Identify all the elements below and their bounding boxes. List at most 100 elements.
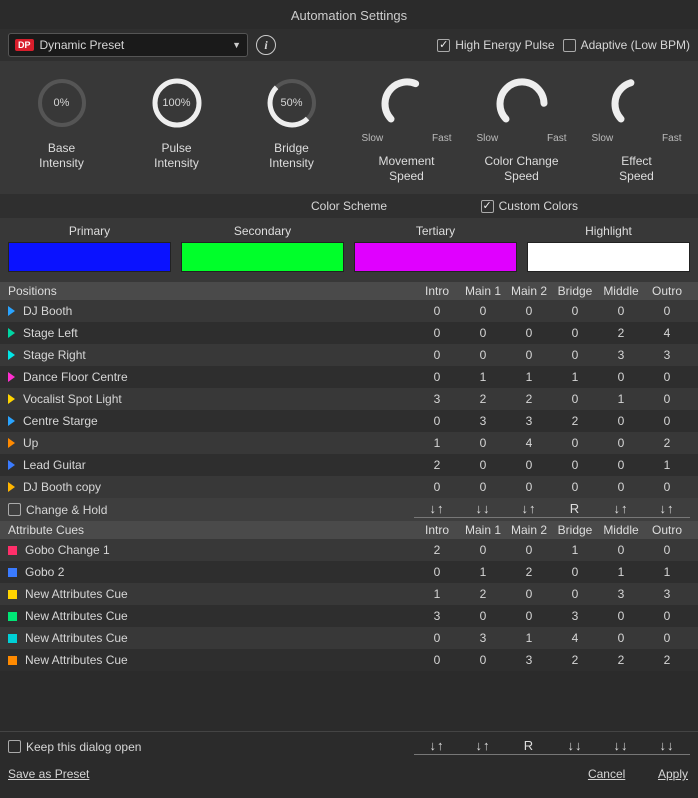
cell-value[interactable]: 2 (506, 392, 552, 406)
cell-value[interactable]: 0 (644, 304, 690, 318)
cell-value[interactable]: 2 (598, 326, 644, 340)
cell-value[interactable]: 3 (552, 609, 598, 623)
cell-value[interactable]: 1 (598, 565, 644, 579)
adaptive-checkbox[interactable]: Adaptive (Low BPM) (563, 38, 690, 52)
sort-arrow-button[interactable]: ↓↑ (506, 501, 552, 518)
cell-value[interactable]: 4 (644, 326, 690, 340)
dial-movement-speed[interactable]: Slow Fast MovementSpeed (352, 75, 462, 184)
save-preset-link[interactable]: Save as Preset (8, 767, 89, 781)
tertiary-swatch[interactable] (354, 242, 517, 272)
cell-value[interactable]: 0 (460, 543, 506, 557)
cell-value[interactable]: 0 (644, 414, 690, 428)
cell-value[interactable]: 0 (506, 587, 552, 601)
cell-value[interactable]: 0 (460, 609, 506, 623)
cell-value[interactable]: 0 (552, 326, 598, 340)
table-row[interactable]: DJ Booth000000 (0, 300, 698, 322)
cell-value[interactable]: 2 (460, 392, 506, 406)
dial-pulse-intensity[interactable]: 100% PulseIntensity (122, 75, 232, 184)
cell-value[interactable]: 0 (414, 326, 460, 340)
table-row[interactable]: Dance Floor Centre011100 (0, 366, 698, 388)
cell-value[interactable]: 0 (644, 392, 690, 406)
cell-value[interactable]: 0 (598, 480, 644, 494)
cell-value[interactable]: 0 (414, 653, 460, 667)
cell-value[interactable]: 0 (644, 631, 690, 645)
table-row[interactable]: New Attributes Cue120033 (0, 583, 698, 605)
cell-value[interactable]: 0 (414, 631, 460, 645)
cell-value[interactable]: 1 (644, 458, 690, 472)
cell-value[interactable]: 0 (460, 326, 506, 340)
dial-effect-speed[interactable]: Slow Fast EffectSpeed (582, 75, 692, 184)
table-row[interactable]: DJ Booth copy000000 (0, 476, 698, 498)
secondary-swatch[interactable] (181, 242, 344, 272)
table-row[interactable]: Gobo 2012011 (0, 561, 698, 583)
cell-value[interactable]: 0 (506, 458, 552, 472)
table-row[interactable]: Gobo Change 1200100 (0, 539, 698, 561)
cell-value[interactable]: 0 (552, 480, 598, 494)
cell-value[interactable]: 2 (552, 653, 598, 667)
cell-value[interactable]: 4 (506, 436, 552, 450)
cell-value[interactable]: 2 (506, 565, 552, 579)
cell-value[interactable]: 0 (598, 304, 644, 318)
cell-value[interactable]: 0 (414, 348, 460, 362)
cell-value[interactable]: 0 (598, 458, 644, 472)
cell-value[interactable]: 2 (644, 436, 690, 450)
cell-value[interactable]: 1 (460, 370, 506, 384)
cell-value[interactable]: 0 (460, 653, 506, 667)
cell-value[interactable]: 0 (460, 458, 506, 472)
cell-value[interactable]: 2 (644, 653, 690, 667)
table-row[interactable]: Stage Right000033 (0, 344, 698, 366)
table-row[interactable]: Up104002 (0, 432, 698, 454)
cell-value[interactable]: 4 (552, 631, 598, 645)
cell-value[interactable]: 0 (460, 480, 506, 494)
table-row[interactable]: New Attributes Cue300300 (0, 605, 698, 627)
sort-arrow-button[interactable]: ↓↓ (644, 738, 690, 755)
cell-value[interactable]: 1 (506, 370, 552, 384)
highlight-swatch[interactable] (527, 242, 690, 272)
keep-open-checkbox[interactable]: Keep this dialog open (8, 740, 141, 754)
table-row[interactable]: New Attributes Cue003222 (0, 649, 698, 671)
cell-value[interactable]: 0 (552, 436, 598, 450)
cell-value[interactable]: 3 (598, 348, 644, 362)
cell-value[interactable]: 0 (506, 348, 552, 362)
cell-value[interactable]: 0 (552, 392, 598, 406)
sort-arrow-button[interactable]: ↓↓ (460, 501, 506, 518)
cell-value[interactable]: 0 (414, 414, 460, 428)
cell-value[interactable]: 0 (414, 480, 460, 494)
sort-arrow-button[interactable]: R (506, 738, 552, 755)
sort-arrow-button[interactable]: ↓↓ (598, 738, 644, 755)
cell-value[interactable]: 3 (414, 609, 460, 623)
dial-color-speed[interactable]: Slow Fast Color ChangeSpeed (467, 75, 577, 184)
change-hold-checkbox[interactable]: Change & Hold (8, 503, 107, 517)
cell-value[interactable]: 0 (644, 543, 690, 557)
cell-value[interactable]: 0 (506, 304, 552, 318)
cell-value[interactable]: 0 (460, 304, 506, 318)
cell-value[interactable]: 2 (552, 414, 598, 428)
cell-value[interactable]: 0 (552, 458, 598, 472)
sort-arrow-button[interactable]: ↓↑ (414, 501, 460, 518)
cell-value[interactable]: 3 (598, 587, 644, 601)
table-row[interactable]: Lead Guitar200001 (0, 454, 698, 476)
cell-value[interactable]: 3 (506, 653, 552, 667)
cell-value[interactable]: 0 (552, 348, 598, 362)
cell-value[interactable]: 0 (598, 436, 644, 450)
sort-arrow-button[interactable]: ↓↑ (414, 738, 460, 755)
cell-value[interactable]: 2 (414, 543, 460, 557)
cell-value[interactable]: 0 (506, 543, 552, 557)
cell-value[interactable]: 0 (598, 631, 644, 645)
high-energy-checkbox[interactable]: High Energy Pulse (437, 38, 554, 52)
sort-arrow-button[interactable]: ↓↑ (598, 501, 644, 518)
cell-value[interactable]: 1 (644, 565, 690, 579)
primary-swatch[interactable] (8, 242, 171, 272)
cell-value[interactable]: 2 (460, 587, 506, 601)
cell-value[interactable]: 0 (460, 348, 506, 362)
cell-value[interactable]: 0 (414, 370, 460, 384)
table-row[interactable]: New Attributes Cue031400 (0, 627, 698, 649)
sort-arrow-button[interactable]: ↓↑ (460, 738, 506, 755)
custom-colors-checkbox[interactable]: Custom Colors (481, 199, 578, 213)
cell-value[interactable]: 3 (460, 414, 506, 428)
cell-value[interactable]: 0 (506, 609, 552, 623)
cell-value[interactable]: 3 (644, 587, 690, 601)
cell-value[interactable]: 0 (552, 304, 598, 318)
cell-value[interactable]: 0 (644, 609, 690, 623)
cell-value[interactable]: 0 (506, 480, 552, 494)
